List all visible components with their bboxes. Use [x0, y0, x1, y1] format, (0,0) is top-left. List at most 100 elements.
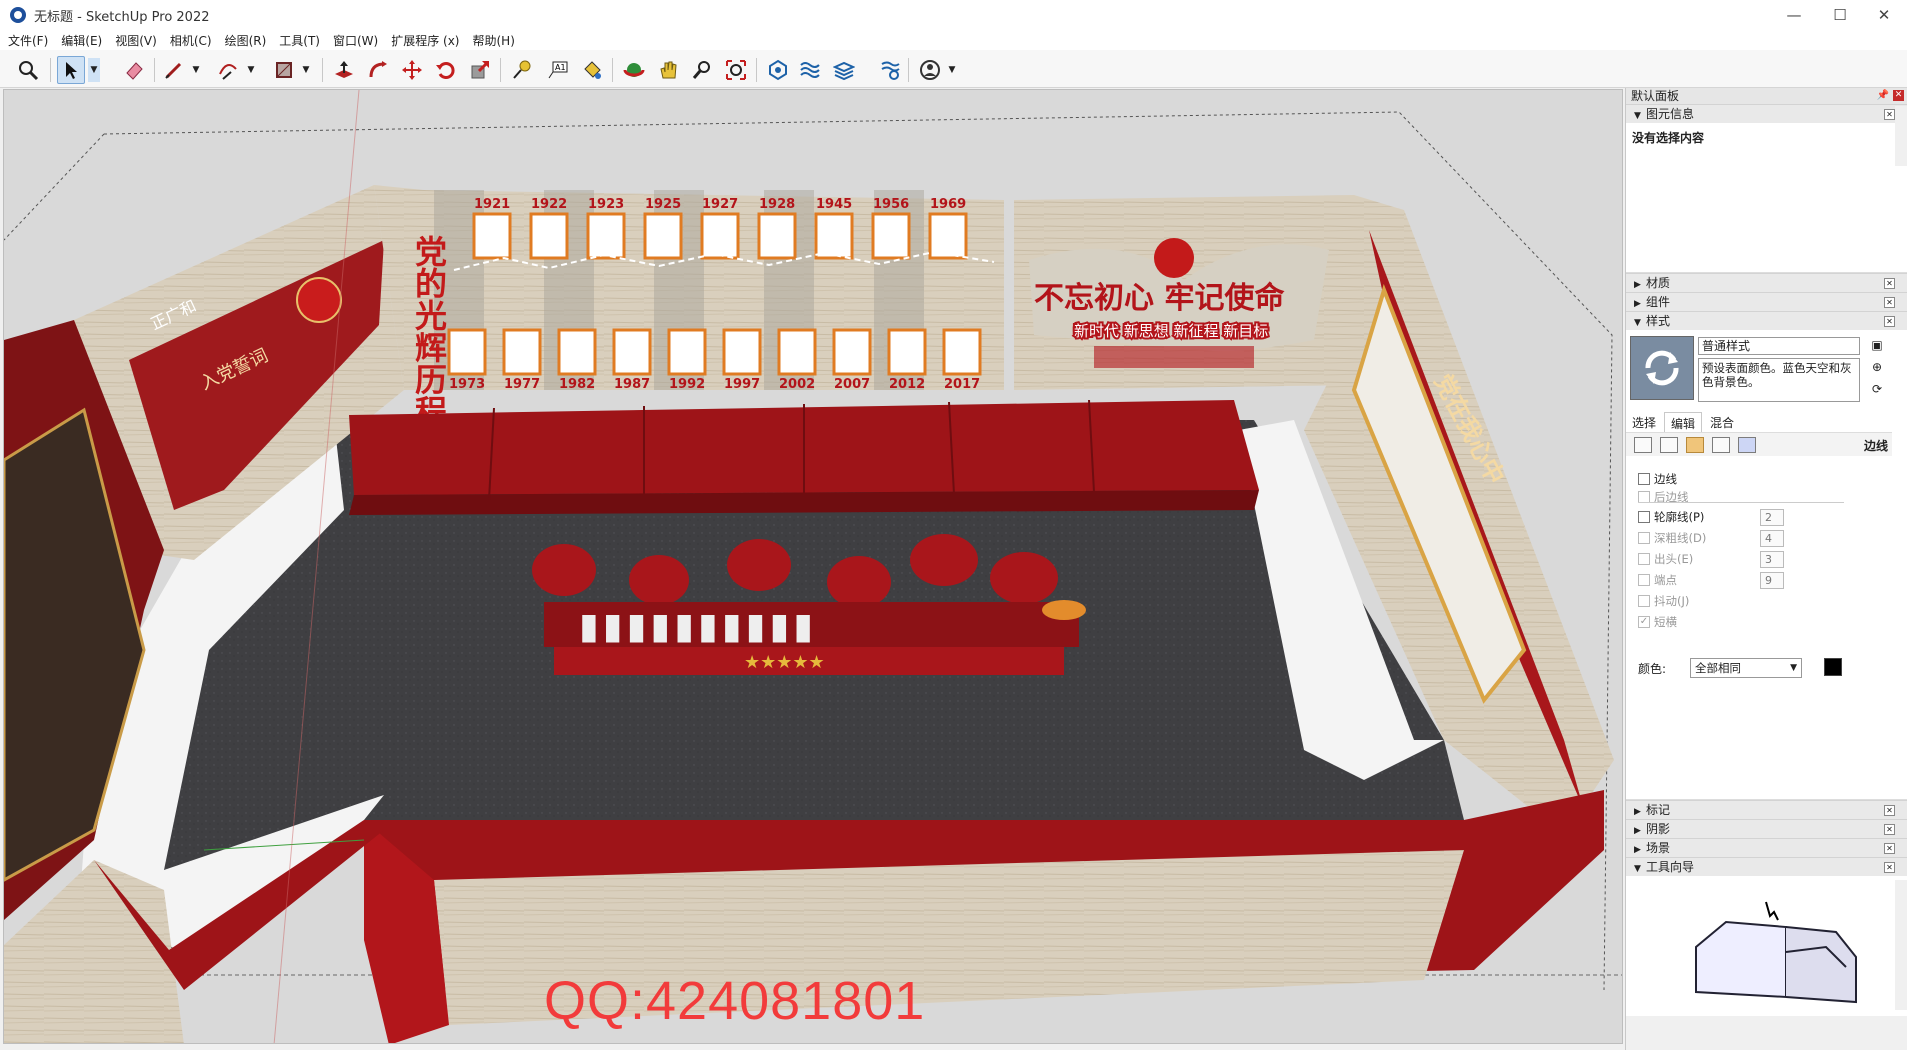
profiles-width-field[interactable]: 2 — [1760, 509, 1784, 526]
modeling-settings-icon[interactable] — [1738, 437, 1756, 453]
checkbox — [1638, 532, 1650, 544]
scenes-header[interactable]: ▶ 场景 ✕ — [1626, 838, 1907, 857]
tray-scrollbar[interactable] — [1895, 106, 1907, 166]
arc-dropdown-icon[interactable]: ▼ — [245, 58, 257, 82]
orbit-icon[interactable] — [620, 56, 648, 84]
components-header[interactable]: ▶ 组件 ✕ — [1626, 292, 1907, 311]
checkbox[interactable] — [1638, 511, 1650, 523]
close-button[interactable]: ✕ — [1861, 0, 1907, 30]
panel-close-icon[interactable]: ✕ — [1884, 316, 1895, 327]
shadows-header[interactable]: ▶ 阴影 ✕ — [1626, 819, 1907, 838]
move-icon[interactable] — [398, 56, 426, 84]
eraser-icon[interactable] — [120, 56, 148, 84]
warehouse-icon[interactable] — [876, 56, 904, 84]
vertical-title: 党的光辉历程 — [410, 235, 448, 427]
pencil-dropdown-icon[interactable]: ▼ — [190, 58, 202, 82]
timeline-year: 1997 — [724, 377, 760, 392]
minimize-button[interactable]: — — [1771, 0, 1817, 30]
scale-icon[interactable] — [466, 56, 494, 84]
timeline-year: 1969 — [930, 197, 966, 212]
instructor-header[interactable]: ▼ 工具向导 ✕ — [1626, 857, 1907, 876]
menu-draw[interactable]: 绘图(R) — [225, 32, 267, 49]
panel-close-icon[interactable]: ✕ — [1884, 109, 1895, 120]
pin-icon[interactable]: 📌 — [1877, 88, 1889, 104]
panel-close-icon[interactable]: ✕ — [1884, 824, 1895, 835]
watermark-settings-icon[interactable] — [1712, 437, 1730, 453]
timeline-photo-frame — [667, 328, 707, 376]
timeline-photo-frame — [814, 212, 854, 260]
checkbox — [1638, 574, 1650, 586]
option-edges[interactable]: 边线 — [1638, 470, 1677, 488]
timeline-year: 1925 — [645, 197, 681, 212]
follow-me-icon[interactable] — [364, 56, 392, 84]
paint-bucket-icon[interactable] — [578, 56, 606, 84]
timeline-photo-frame — [529, 212, 569, 260]
components-icon[interactable] — [764, 56, 792, 84]
checkbox — [1638, 595, 1650, 607]
tab-mix[interactable]: 混合 — [1704, 412, 1740, 432]
pencil-icon[interactable] — [160, 56, 188, 84]
panel-close-icon[interactable]: ✕ — [1884, 805, 1895, 816]
rectangle-dropdown-icon[interactable]: ▼ — [300, 58, 312, 82]
background-settings-icon[interactable] — [1686, 437, 1704, 453]
zoom-icon[interactable] — [14, 56, 42, 84]
panel-close-icon[interactable]: ✕ — [1884, 297, 1895, 308]
panel-close-icon[interactable]: ✕ — [1884, 843, 1895, 854]
tab-select[interactable]: 选择 — [1626, 412, 1662, 432]
create-style-icon[interactable]: ⊕ — [1869, 360, 1885, 376]
arc-icon[interactable] — [214, 56, 242, 84]
scenes-label: 场景 — [1646, 841, 1671, 855]
pan-icon[interactable] — [654, 56, 682, 84]
rotate-icon[interactable] — [432, 56, 460, 84]
user-icon[interactable] — [916, 56, 944, 84]
checkbox[interactable] — [1638, 473, 1650, 485]
timeline-photo-frame — [777, 328, 817, 376]
materials-header[interactable]: ▶ 材质 ✕ — [1626, 273, 1907, 292]
chevron-down-icon: ▼ — [1790, 663, 1797, 673]
entity-info-header[interactable]: ▼ 图元信息 ✕ — [1626, 104, 1907, 123]
menu-view[interactable]: 视图(V) — [115, 32, 157, 49]
menu-camera[interactable]: 相机(C) — [170, 32, 212, 49]
option-back-edges: 后边线 — [1638, 488, 1689, 506]
color-mode-select[interactable]: 全部相同 ▼ — [1690, 658, 1802, 678]
panel-close-icon[interactable]: ✕ — [1884, 862, 1895, 873]
text-icon[interactable]: A1 — [544, 56, 572, 84]
panel-close-icon[interactable]: ✕ — [1884, 278, 1895, 289]
tape-measure-icon[interactable] — [508, 56, 536, 84]
instructor-scrollbar[interactable] — [1895, 880, 1907, 1010]
push-pull-icon[interactable] — [330, 56, 358, 84]
tray-title-bar: 默认面板 📌 ✕ — [1626, 88, 1907, 104]
menu-window[interactable]: 窗口(W) — [333, 32, 378, 49]
rectangle-icon[interactable] — [270, 56, 298, 84]
select-icon[interactable] — [57, 56, 85, 84]
menu-help[interactable]: 帮助(H) — [472, 32, 514, 49]
style-description-field[interactable]: 预设表面颜色。蓝色天空和灰色背景色。 — [1698, 358, 1860, 402]
watermark-text: QQ:424081801 — [544, 971, 926, 1031]
face-settings-icon[interactable] — [1660, 437, 1678, 453]
maximize-button[interactable]: ☐ — [1817, 0, 1863, 30]
styles-header[interactable]: ▼ 样式 ✕ — [1626, 311, 1907, 330]
layers-icon[interactable] — [830, 56, 858, 84]
edge-settings-icon[interactable] — [1634, 437, 1652, 453]
menu-edit[interactable]: 编辑(E) — [61, 32, 102, 49]
tab-edit[interactable]: 编辑 — [1664, 412, 1703, 432]
depth-cue-field: 4 — [1760, 530, 1784, 547]
menu-tools[interactable]: 工具(T) — [279, 32, 320, 49]
edge-color-swatch[interactable] — [1824, 658, 1842, 676]
tags-header[interactable]: ▶ 标记 ✕ — [1626, 800, 1907, 819]
style-thumbnail[interactable] — [1630, 336, 1694, 400]
user-dropdown-icon[interactable]: ▼ — [946, 58, 958, 82]
tray-close-icon[interactable]: ✕ — [1893, 90, 1904, 101]
menu-extensions[interactable]: 扩展程序 (x) — [391, 32, 459, 49]
zoom-extents-icon[interactable] — [722, 56, 750, 84]
select-dropdown-icon[interactable]: ▼ — [88, 58, 100, 82]
option-profiles[interactable]: 轮廓线(P) — [1638, 508, 1704, 526]
zoom-window-icon[interactable] — [688, 56, 716, 84]
model-viewport[interactable]: 入党誓词 正广和 党的光辉历程 1921 1922 1923 1925 1927 1928… — [3, 89, 1623, 1044]
save-style-icon[interactable]: ▣ — [1869, 338, 1885, 354]
sandbox-icon[interactable] — [796, 56, 824, 84]
menu-file[interactable]: 文件(F) — [8, 32, 48, 49]
update-style-icon[interactable]: ⟳ — [1869, 382, 1885, 398]
style-name-field[interactable]: 普通样式 — [1698, 337, 1860, 355]
styles-panel: 普通样式 预设表面颜色。蓝色天空和灰色背景色。 ▣ ⊕ ⟳ 选择 编辑 混合 边… — [1626, 330, 1907, 800]
